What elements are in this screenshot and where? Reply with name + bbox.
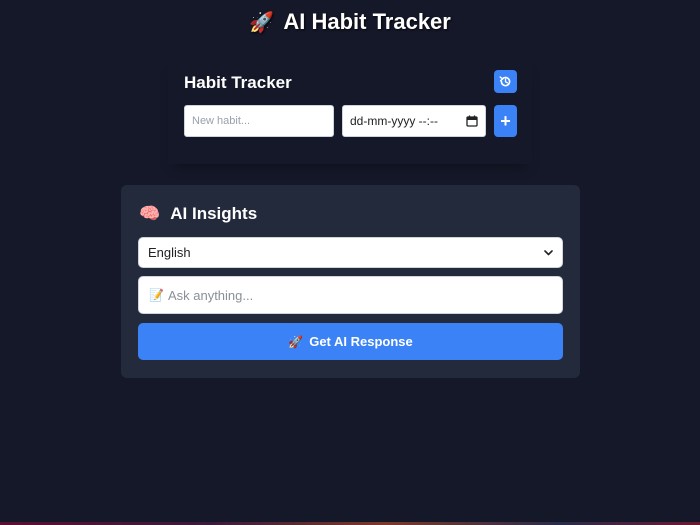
app-title: 🚀 AI Habit Tracker [0,6,700,39]
add-habit-button[interactable]: + [494,105,517,137]
history-button[interactable] [494,70,517,93]
new-habit-input[interactable] [184,105,334,137]
language-selected-value: English [148,245,191,260]
history-icon [499,76,511,87]
app-title-text: AI Habit Tracker [283,9,451,34]
ask-input-placeholder: Ask anything... [167,287,254,303]
language-select[interactable]: English [138,237,563,268]
rocket-icon: 🚀 [288,334,304,349]
brain-icon: 🧠 [139,204,161,223]
ask-input[interactable]: 📝 Ask anything... [138,276,563,314]
ai-insights-title: 🧠 AI Insights [139,204,257,224]
habit-datetime-input[interactable]: dd-mm-yyyy --:-- [342,105,486,137]
memo-icon: 📝 [149,288,164,302]
habit-tracker-section: Habit Tracker dd-mm-yyyy --:-- + [168,60,532,164]
get-ai-response-button[interactable]: 🚀 Get AI Response [138,323,563,360]
calendar-icon[interactable] [466,115,478,127]
get-ai-response-label: Get AI Response [309,334,413,349]
ai-insights-title-text: AI Insights [170,204,258,223]
ai-insights-card: 🧠 AI Insights English 📝 Ask anything... … [121,185,580,378]
chevron-down-icon [544,249,553,255]
page: 🚀 AI Habit Tracker Habit Tracker dd-mm-y… [0,0,700,525]
datetime-placeholder: dd-mm-yyyy --:-- [350,114,438,128]
rocket-icon: 🚀 [249,12,275,34]
habit-tracker-title: Habit Tracker [184,73,292,92]
